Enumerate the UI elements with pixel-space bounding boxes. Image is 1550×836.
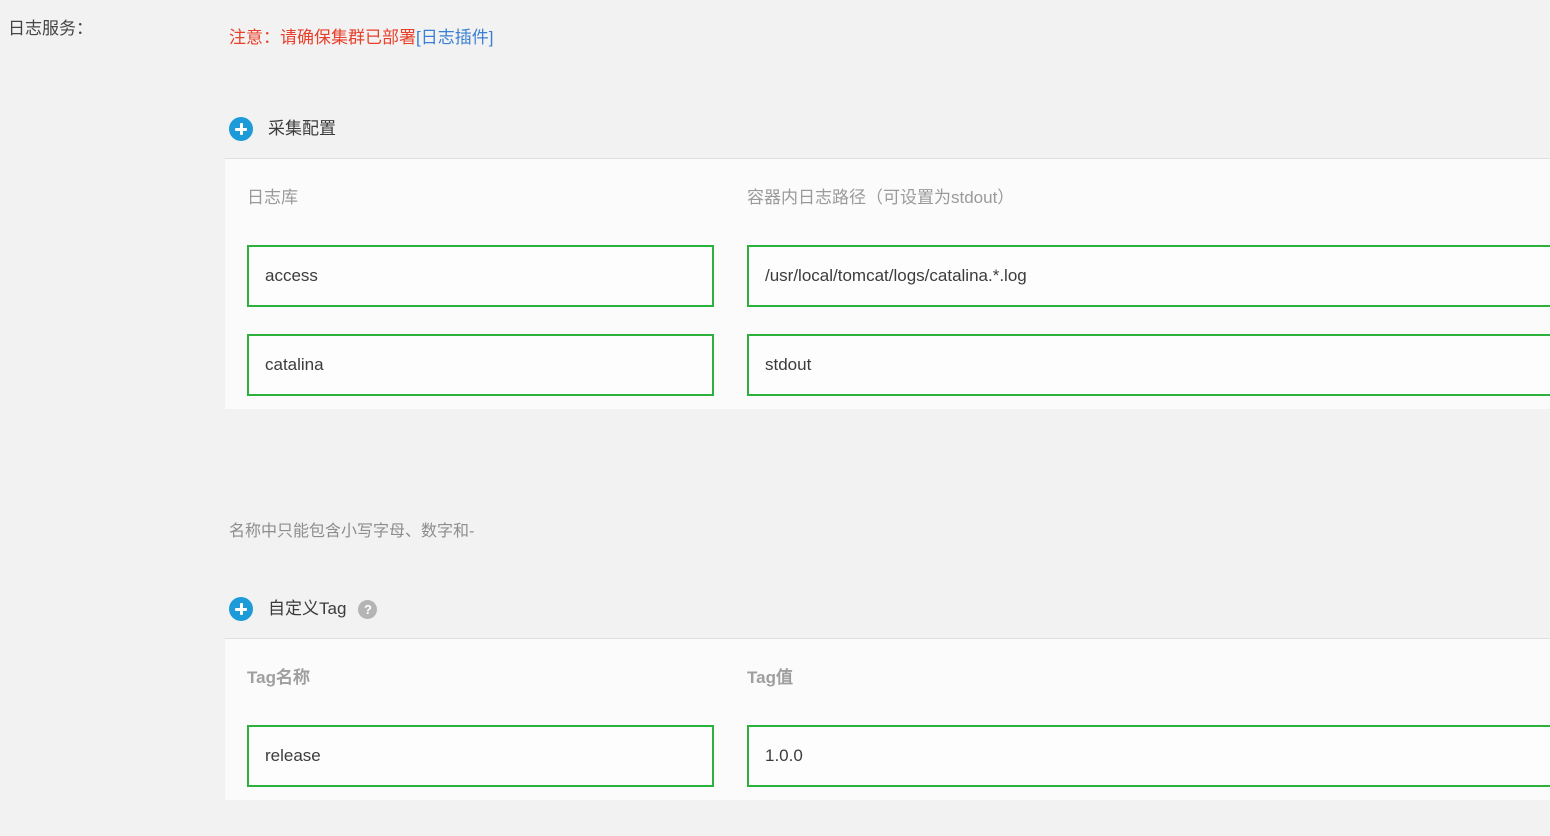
custom-tag-table: Tag名称 Tag值 [225, 638, 1550, 800]
cell-log-path [730, 244, 1550, 307]
log-store-input[interactable] [247, 244, 714, 307]
section-collect-config: 采集配置 日志库 容器内日志路径（可设置为stdout） [225, 100, 1550, 409]
column-header-tag-name: Tag名称 [247, 667, 310, 687]
deployment-notice: 注意：请确保集群已部署[日志插件] [229, 26, 493, 50]
log-plugin-link[interactable]: [日志插件] [416, 28, 493, 47]
table-row [225, 320, 1550, 409]
plus-circle-icon[interactable] [229, 597, 253, 621]
section-custom-tag: 自定义Tag ? Tag名称 Tag值 [225, 580, 1550, 800]
plus-circle-icon[interactable] [229, 117, 253, 141]
section-header-tags: 自定义Tag ? [225, 580, 1550, 638]
column-header-tag-value: Tag值 [747, 667, 793, 687]
collect-config-table: 日志库 容器内日志路径（可设置为stdout） [225, 158, 1550, 409]
cell-log-path [730, 333, 1550, 396]
log-store-name-hint: 名称中只能包含小写字母、数字和- [229, 523, 475, 540]
tag-value-input[interactable] [747, 724, 1550, 787]
cell-log-store [225, 333, 730, 396]
notice-text: 注意：请确保集群已部署 [229, 28, 416, 47]
log-store-input[interactable] [247, 333, 714, 396]
table-row [225, 231, 1550, 320]
tag-table-header: Tag名称 Tag值 [225, 639, 1550, 711]
column-header-log-store: 日志库 [247, 187, 298, 207]
log-service-form-row: 日志服务： 注意：请确保集群已部署[日志插件] 采集配置 日志库 容器内日志路径… [0, 0, 1550, 836]
log-path-input[interactable] [747, 244, 1550, 307]
field-label-log-service: 日志服务： [8, 19, 93, 38]
field-content: 注意：请确保集群已部署[日志插件] 采集配置 日志库 容器内日志路径（可设置为s… [225, 0, 1550, 836]
cell-tag-name [225, 724, 730, 787]
tag-name-input[interactable] [247, 724, 714, 787]
cell-tag-value [730, 724, 1550, 787]
collect-table-header: 日志库 容器内日志路径（可设置为stdout） [225, 159, 1550, 231]
section-title-collect: 采集配置 [268, 119, 336, 138]
cell-log-store [225, 244, 730, 307]
section-header-collect: 采集配置 [225, 100, 1550, 158]
log-path-input[interactable] [747, 333, 1550, 396]
table-row [225, 711, 1550, 800]
question-mark-icon[interactable]: ? [358, 599, 378, 619]
section-title-custom-tag: 自定义Tag [268, 599, 347, 618]
column-header-log-path: 容器内日志路径（可设置为stdout） [747, 187, 1015, 207]
